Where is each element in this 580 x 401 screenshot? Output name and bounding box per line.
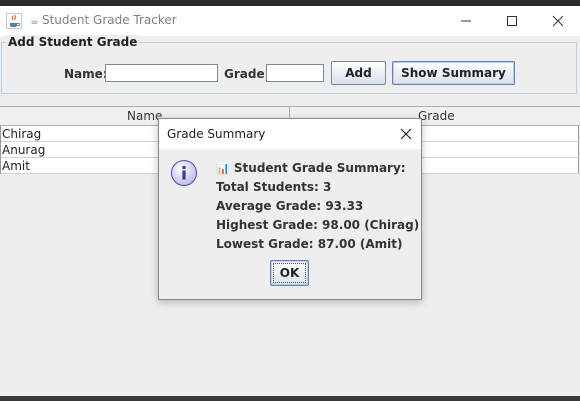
window-title: ☕ Student Grade Tracker <box>30 13 177 27</box>
cell-name: Anurag <box>2 143 46 157</box>
name-input[interactable] <box>105 64 218 82</box>
panel-legend: Add Student Grade <box>6 35 140 49</box>
summary-total-students: Total Students: 3 <box>216 180 332 194</box>
coffee-icon: ☕ <box>30 16 39 27</box>
close-button[interactable] <box>535 6 580 36</box>
column-header-grade[interactable]: Grade <box>418 109 455 123</box>
grade-summary-dialog: Grade Summary 📊 Student Grade Summary: T… <box>158 118 422 300</box>
ok-button-label: OK <box>279 266 300 280</box>
bar-chart-icon: 📊 <box>216 162 230 175</box>
main-window: ☕ Student Grade Tracker Add Student Grade… <box>0 6 580 396</box>
desktop-strip-bottom <box>0 396 580 401</box>
maximize-button[interactable] <box>489 6 535 36</box>
cell-name: Amit <box>2 159 30 173</box>
dialog-title-bar[interactable]: Grade Summary <box>159 119 421 149</box>
summary-highest-grade: Highest Grade: 98.00 (Chirag) <box>216 218 420 232</box>
add-button[interactable]: Add <box>331 61 386 85</box>
summary-heading-text: Student Grade Summary: <box>233 161 406 175</box>
maximize-icon <box>507 16 517 26</box>
grade-input[interactable] <box>266 64 324 82</box>
summary-heading: 📊 Student Grade Summary: <box>216 161 406 175</box>
name-label: Name: <box>64 67 108 81</box>
summary-average-grade: Average Grade: 93.33 <box>216 199 364 213</box>
add-student-panel: Add Student Grade Name: Grade: Add Show … <box>1 35 577 94</box>
summary-lowest-grade: Lowest Grade: 87.00 (Amit) <box>216 237 403 251</box>
minimize-button[interactable] <box>443 6 489 36</box>
info-icon <box>171 160 197 186</box>
show-summary-button[interactable]: Show Summary <box>392 61 515 85</box>
title-bar[interactable]: ☕ Student Grade Tracker <box>0 6 580 36</box>
close-icon <box>552 15 564 27</box>
dialog-close-icon[interactable] <box>397 125 415 143</box>
window-title-label: Student Grade Tracker <box>41 13 177 27</box>
minimize-icon <box>461 20 471 22</box>
cell-name: Chirag <box>2 127 42 141</box>
grade-label: Grade: <box>224 67 270 81</box>
ok-button[interactable]: OK <box>270 260 309 286</box>
java-app-icon <box>6 13 22 29</box>
dialog-title: Grade Summary <box>167 127 266 141</box>
